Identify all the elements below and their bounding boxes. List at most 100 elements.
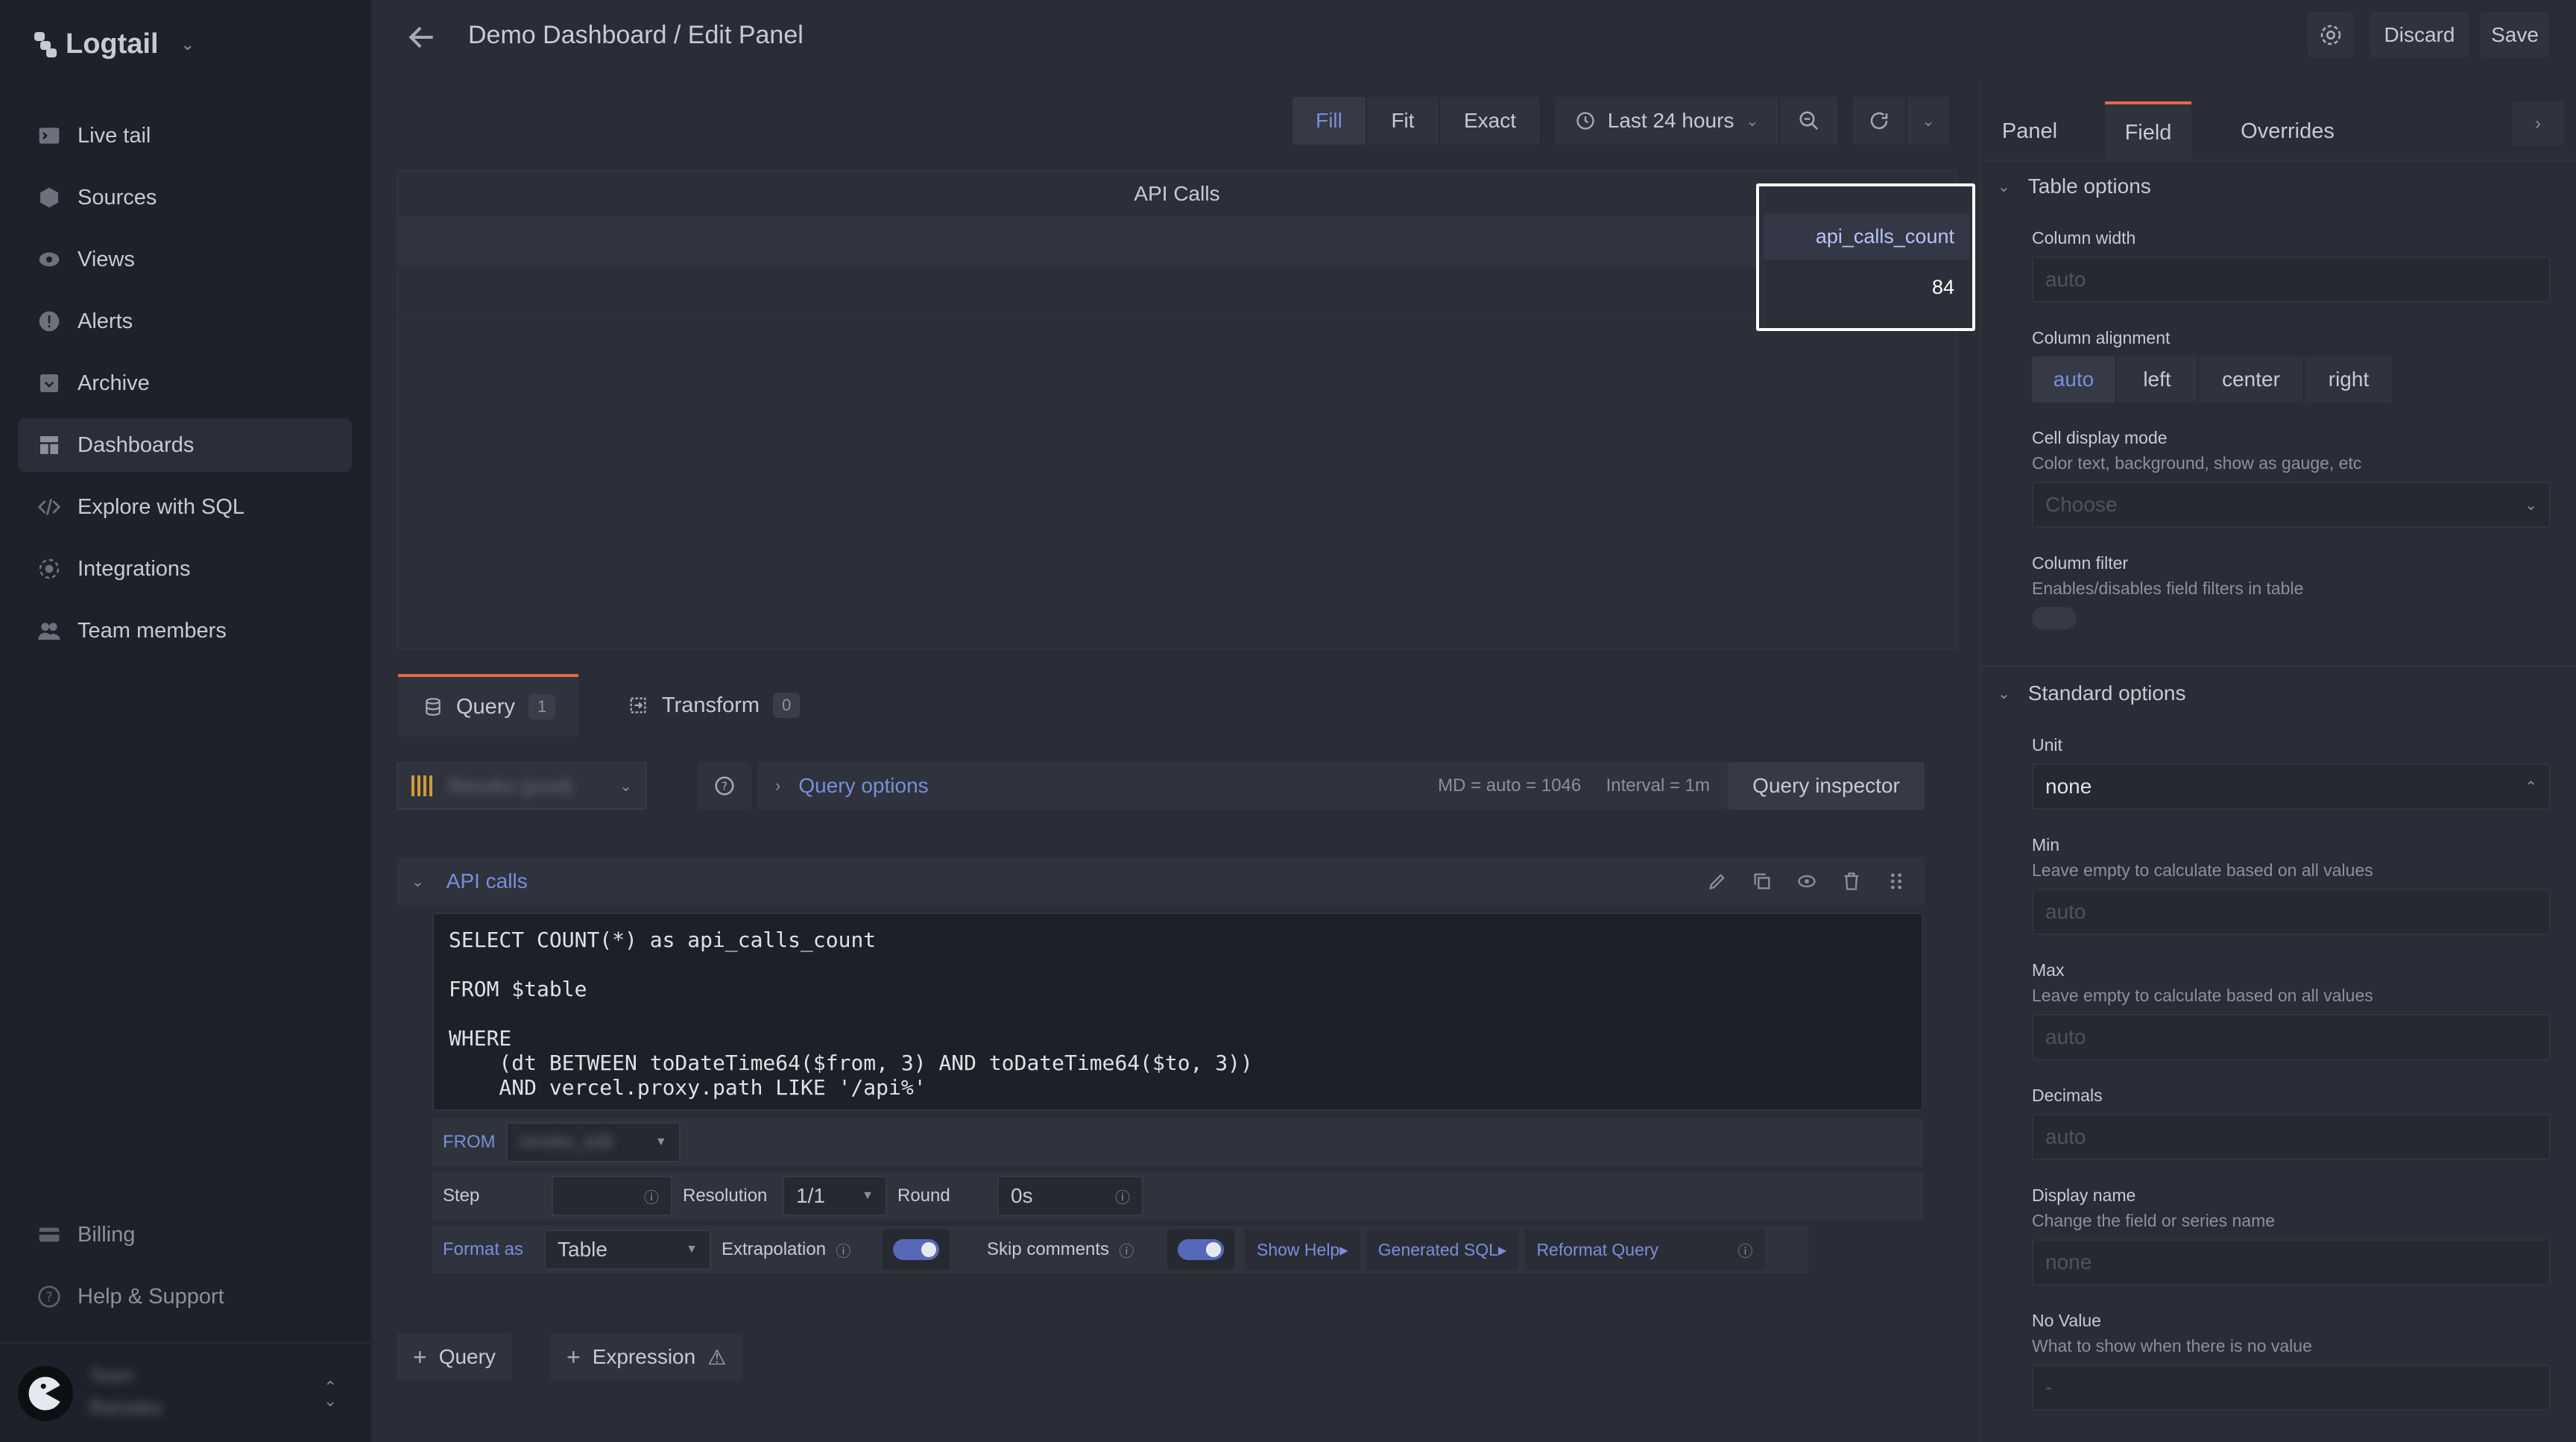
edit-icon[interactable] <box>1707 871 1728 892</box>
alert-icon <box>37 309 61 333</box>
query-name[interactable]: API calls <box>446 869 528 893</box>
sidebar-item-integrations[interactable]: Integrations <box>18 542 352 596</box>
reformat-query-button[interactable]: Reformat Query ⓘ <box>1524 1230 1765 1270</box>
align-center-button[interactable]: center <box>2199 356 2305 403</box>
add-expression-button[interactable]: + Expression ⚠ <box>550 1333 743 1381</box>
info-icon: ⓘ <box>1737 1243 1753 1260</box>
exact-button[interactable]: Exact <box>1440 97 1541 145</box>
sidebar-item-live-tail[interactable]: Live tail <box>18 109 352 163</box>
sidebar-item-sources[interactable]: Sources <box>18 171 352 224</box>
caret-down-icon: ▼ <box>862 1189 874 1202</box>
skip-comments-toggle[interactable] <box>1167 1230 1234 1270</box>
column-header[interactable]: api_calls_count <box>1764 213 1969 259</box>
sidebar-item-help[interactable]: ? Help & Support <box>18 1270 352 1323</box>
column-width-label: Column width <box>2032 228 2136 248</box>
app-name: Logtail <box>66 28 159 60</box>
no-value-input[interactable]: - <box>2032 1364 2551 1411</box>
info-icon: ⓘ <box>644 1189 659 1206</box>
tab-query[interactable]: Query 1 <box>398 674 578 737</box>
table-header-row <box>398 216 1956 267</box>
step-input[interactable]: ⓘ <box>552 1176 672 1216</box>
tab-query-label: Query <box>456 694 515 719</box>
zoom-out-button[interactable] <box>1780 97 1840 145</box>
sidebar-item-archive[interactable]: Archive <box>18 356 352 410</box>
back-arrow-icon[interactable] <box>405 21 438 54</box>
sidebar-item-team-members[interactable]: Team members <box>18 604 352 658</box>
resolution-value: 1/1 <box>796 1184 825 1207</box>
time-range-picker[interactable]: Last 24 hours ⌄ <box>1555 97 1780 145</box>
database-icon <box>426 698 441 716</box>
sidebar-item-label: Archive <box>78 371 150 395</box>
resolution-label: Resolution <box>683 1186 768 1206</box>
datasource-help-button[interactable]: ? <box>698 762 751 810</box>
drag-handle-icon[interactable] <box>1886 871 1907 892</box>
highlighted-column[interactable]: api_calls_count 84 <box>1756 183 1975 331</box>
table-select[interactable]: renoko_edit ▼ <box>505 1122 681 1162</box>
unit-select[interactable]: none ⌃ <box>2032 763 2551 810</box>
sidebar-item-alerts[interactable]: Alerts <box>18 295 352 348</box>
round-input[interactable]: 0s ⓘ <box>997 1176 1143 1216</box>
sidebar-item-dashboards[interactable]: Dashboards <box>18 418 352 472</box>
align-auto-button[interactable]: auto <box>2032 356 2117 403</box>
duplicate-icon[interactable] <box>1752 871 1772 892</box>
resolution-select[interactable]: 1/1 ▼ <box>783 1176 887 1216</box>
tab-panel[interactable]: Panel <box>1998 101 2062 161</box>
tab-overrides[interactable]: Overrides <box>2229 101 2346 161</box>
sidebar-item-billing[interactable]: Billing <box>18 1208 352 1262</box>
extrapolation-label: Extrapolation ⓘ <box>722 1239 851 1260</box>
fill-button[interactable]: Fill <box>1292 97 1367 145</box>
column-filter-toggle[interactable] <box>2032 607 2077 629</box>
column-width-input[interactable]: auto <box>2032 256 2551 303</box>
discard-button[interactable]: Discard <box>2370 12 2469 58</box>
refresh-button[interactable] <box>1853 97 1907 145</box>
chevron-down-icon[interactable]: ⌄ <box>411 872 424 891</box>
display-name-input[interactable]: none <box>2032 1239 2551 1285</box>
cell-display-select[interactable]: Choose ⌄ <box>2032 482 2551 528</box>
max-input[interactable]: auto <box>2032 1014 2551 1060</box>
chevron-down-icon: ⌄ <box>1746 113 1759 130</box>
app-logo[interactable]: Logtail ⌄ <box>34 28 195 60</box>
sidebar-item-label: Alerts <box>78 309 133 333</box>
datasource-name: Renoko (prod) <box>449 774 573 797</box>
settings-button[interactable] <box>2308 12 2354 58</box>
zoom-out-icon <box>1799 111 1819 130</box>
align-right-button[interactable]: right <box>2305 356 2394 403</box>
query-row-header[interactable]: ⌄ API calls <box>397 857 1925 905</box>
add-query-button[interactable]: + Query <box>397 1333 512 1381</box>
save-button[interactable]: Save <box>2481 12 2549 58</box>
extrapolation-toggle[interactable] <box>883 1230 950 1270</box>
display-name-desc: Change the field or series name <box>2032 1211 2276 1230</box>
info-icon: ⓘ <box>1115 1189 1130 1206</box>
max-desc: Leave empty to calculate based on all va… <box>2032 986 2373 1005</box>
show-help-button[interactable]: Show Help▸ <box>1245 1230 1360 1270</box>
min-input[interactable]: auto <box>2032 889 2551 935</box>
tab-transform-label: Transform <box>662 693 760 717</box>
collapse-pane-button[interactable]: › <box>2512 101 2564 146</box>
align-left-button[interactable]: left <box>2117 356 2199 403</box>
decimals-input[interactable]: auto <box>2032 1114 2551 1160</box>
tab-field[interactable]: Field <box>2105 101 2191 161</box>
datasource-select[interactable]: Renoko (prod) ⌄ <box>397 762 647 810</box>
generated-sql-button[interactable]: Generated SQL▸ <box>1366 1230 1519 1270</box>
eye-icon[interactable] <box>1796 871 1817 892</box>
format-select[interactable]: Table ▼ <box>544 1230 711 1270</box>
query-count-badge: 1 <box>528 694 556 720</box>
query-options-toggle[interactable]: › Query options MD = auto = 1046 Interva… <box>757 762 1728 810</box>
section-standard-options[interactable]: ⌄ Standard options <box>1998 681 2185 705</box>
tab-transform[interactable]: Transform 0 <box>628 674 821 737</box>
skip-comments-label: Skip comments ⓘ <box>987 1239 1134 1260</box>
refresh-interval-dropdown[interactable]: ⌄ <box>1907 97 1951 145</box>
divider <box>1980 160 2576 161</box>
sidebar-item-label: Integrations <box>78 556 191 581</box>
sql-editor[interactable]: SELECT COUNT(*) as api_calls_count FROM … <box>432 913 1923 1111</box>
fit-button[interactable]: Fit <box>1367 97 1440 145</box>
min-label: Min <box>2032 835 2060 854</box>
user-switcher[interactable]: Team Renoko ⌃ ⌄ <box>0 1342 373 1442</box>
section-title: Table options <box>2027 174 2151 198</box>
sidebar-item-explore-sql[interactable]: Explore with SQL <box>18 480 352 534</box>
trash-icon[interactable] <box>1841 871 1862 892</box>
sidebar-item-label: Explore with SQL <box>78 494 245 519</box>
query-inspector-button[interactable]: Query inspector <box>1728 762 1925 810</box>
section-table-options[interactable]: ⌄ Table options <box>1998 174 2151 198</box>
sidebar-item-views[interactable]: Views <box>18 233 352 286</box>
